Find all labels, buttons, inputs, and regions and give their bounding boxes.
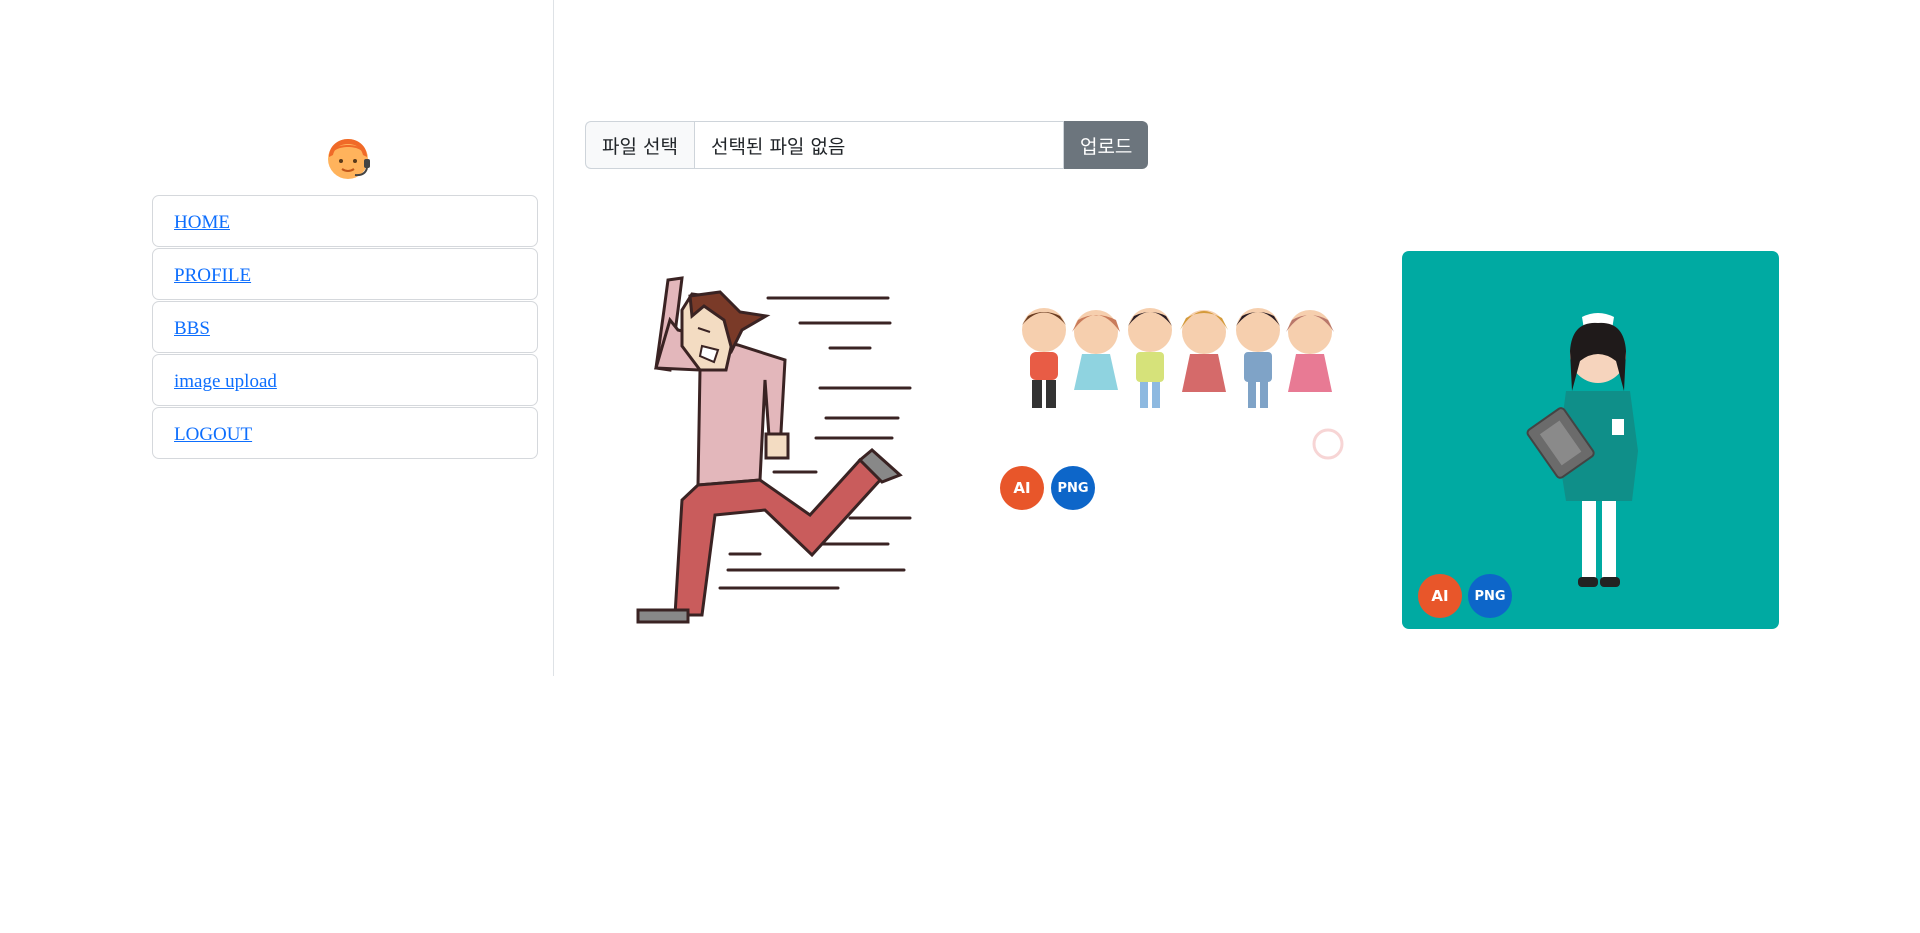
sidebar-item-profile[interactable]: PROFILE bbox=[152, 248, 538, 300]
ai-badge: AI bbox=[1418, 574, 1462, 618]
choose-file-button[interactable]: 파일 선택 bbox=[585, 121, 694, 169]
png-badge: PNG bbox=[1051, 466, 1095, 510]
image-upload-link[interactable]: image upload bbox=[174, 371, 277, 393]
sidebar-item-home[interactable]: HOME bbox=[152, 195, 538, 247]
ai-badge: AI bbox=[1000, 466, 1044, 510]
file-status-field[interactable]: 선택된 파일 없음 bbox=[693, 121, 1064, 169]
bbs-link[interactable]: BBS bbox=[174, 318, 210, 340]
profile-link[interactable]: PROFILE bbox=[174, 265, 251, 287]
upload-button[interactable]: 업로드 bbox=[1063, 121, 1149, 169]
support-agent-avatar-icon bbox=[328, 139, 370, 179]
logout-link[interactable]: LOGOUT bbox=[174, 424, 252, 446]
sidebar-item-image-upload[interactable]: image upload bbox=[152, 354, 538, 406]
sidebar-item-logout[interactable]: LOGOUT bbox=[152, 407, 538, 459]
sidebar-item-bbs[interactable]: BBS bbox=[152, 301, 538, 353]
nurse-illustration bbox=[1526, 313, 1638, 587]
nurse-image[interactable]: AI PNG bbox=[1402, 251, 1779, 629]
running-man-image[interactable] bbox=[620, 250, 930, 630]
home-link[interactable]: HOME bbox=[174, 212, 230, 234]
sidebar-nav: HOME PROFILE BBS image upload LOGOUT bbox=[152, 195, 538, 460]
upload-form: 파일 선택 선택된 파일 없음 업로드 bbox=[585, 121, 1149, 169]
png-badge: PNG bbox=[1468, 574, 1512, 618]
children-image[interactable]: AI PNG bbox=[1000, 280, 1370, 520]
sidebar: HOME PROFILE BBS image upload LOGOUT bbox=[0, 0, 554, 676]
